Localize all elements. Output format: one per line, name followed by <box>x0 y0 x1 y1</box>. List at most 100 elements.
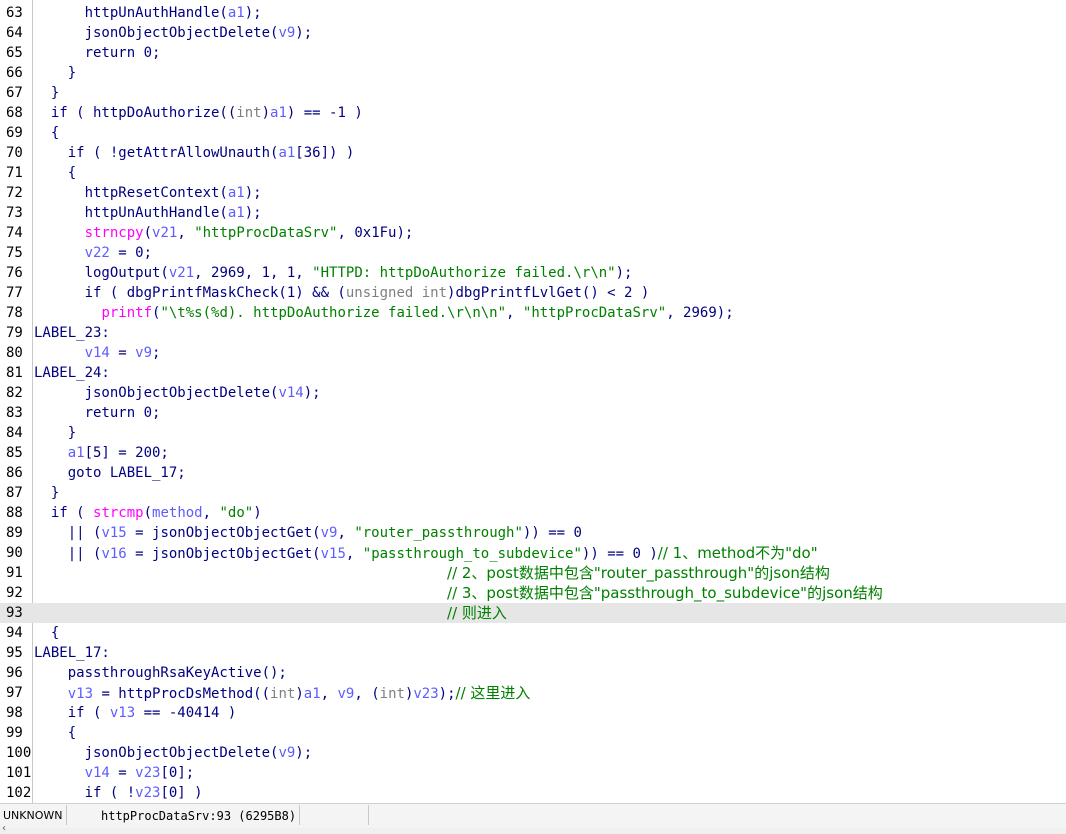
code-line[interactable]: 69 { <box>0 123 1066 143</box>
code-token[interactable]: httpUnAuthHandle( <box>34 5 228 21</box>
code-token[interactable]: ); <box>245 185 262 201</box>
code-token[interactable]: a1 <box>278 145 295 161</box>
code-line[interactable]: 66 } <box>0 63 1066 83</box>
code-line[interactable]: 86 goto LABEL_17; <box>0 463 1066 483</box>
code-token[interactable]: v9 <box>278 745 295 761</box>
code-line[interactable]: 92 // 3、post数据中包含"passthrough_to_subdevi… <box>0 583 1066 603</box>
code-line[interactable]: 64 jsonObjectObjectDelete(v9); <box>0 23 1066 43</box>
code-token[interactable]: ) <box>295 686 303 702</box>
code-text[interactable]: v22 = 0; <box>34 243 152 263</box>
code-line[interactable]: 73 httpUnAuthHandle(a1); <box>0 203 1066 223</box>
code-text[interactable]: if ( dbgPrintfMaskCheck(1) && (unsigned … <box>34 283 650 303</box>
code-token[interactable]: [0]; <box>160 765 194 781</box>
code-line[interactable]: 79 LABEL_23: <box>0 323 1066 343</box>
code-token[interactable]: a1 <box>228 5 245 21</box>
code-line[interactable]: 80 v14 = v9; <box>0 343 1066 363</box>
code-line[interactable]: 100 jsonObjectObjectDelete(v9); <box>0 743 1066 763</box>
code-area[interactable]: 63 httpUnAuthHandle(a1); 64 jsonObjectObj… <box>0 3 1066 803</box>
code-token[interactable]: ) == -1 ) <box>287 105 363 121</box>
code-text[interactable]: LABEL_23: <box>34 323 110 343</box>
code-text[interactable]: jsonObjectObjectDelete(v9); <box>34 23 313 43</box>
code-text[interactable]: } <box>34 483 59 503</box>
code-token[interactable]: strncpy <box>85 225 144 241</box>
code-token[interactable]: logOutput( <box>34 265 169 281</box>
code-text[interactable]: || (v15 = jsonObjectObjectGet(v9, "route… <box>34 523 582 543</box>
code-line[interactable]: 63 httpUnAuthHandle(a1); <box>0 3 1066 23</box>
code-token[interactable]: v23 <box>135 785 160 801</box>
code-text[interactable]: { <box>34 163 76 183</box>
code-token[interactable]: v13 <box>110 705 135 721</box>
code-token[interactable] <box>34 225 85 241</box>
code-token[interactable]: a1 <box>270 105 287 121</box>
code-token[interactable]: goto LABEL_17; <box>34 465 186 481</box>
code-token[interactable]: } <box>34 425 76 441</box>
code-token[interactable]: { <box>34 725 76 741</box>
code-token[interactable]: if ( <box>34 705 110 721</box>
code-line[interactable]: 102 if ( !v23[0] ) <box>0 783 1066 803</box>
code-token[interactable]: a1 <box>304 686 321 702</box>
code-token[interactable]: return 0; <box>34 405 161 421</box>
code-token[interactable]: || ( <box>34 525 102 541</box>
code-token[interactable]: "\t%s(%d). httpDoAuthorize failed.\r\n\n… <box>160 305 506 321</box>
code-text[interactable]: if ( httpDoAuthorize((int)a1) == -1 ) <box>34 103 363 123</box>
code-line[interactable]: 90 || (v16 = jsonObjectObjectGet(v15, "p… <box>0 543 1066 563</box>
code-token[interactable]: if ( ! <box>34 785 136 801</box>
code-token[interactable]: v21 <box>152 225 177 241</box>
code-token[interactable]: return 0; <box>34 45 161 61</box>
code-token[interactable]: = jsonObjectObjectGet( <box>127 525 320 541</box>
code-line[interactable]: 93 // 则进入 <box>0 603 1066 623</box>
code-token[interactable]: ); <box>439 686 456 702</box>
code-token[interactable]: ( <box>144 505 152 521</box>
horizontal-scrollbar[interactable]: ‹ <box>0 823 1066 834</box>
code-token[interactable]: if ( !getAttrAllowUnauth( <box>34 145 279 161</box>
code-text[interactable]: LABEL_17: <box>34 643 110 663</box>
code-token[interactable]: v21 <box>169 265 194 281</box>
code-token[interactable] <box>34 345 85 361</box>
code-token[interactable]: ) <box>253 505 261 521</box>
code-line[interactable]: 68 if ( httpDoAuthorize((int)a1) == -1 ) <box>0 103 1066 123</box>
code-text[interactable]: || (v16 = jsonObjectObjectGet(v15, "pass… <box>34 543 818 564</box>
code-token[interactable] <box>34 586 447 602</box>
code-token[interactable]: ( <box>144 225 152 241</box>
code-token[interactable] <box>34 606 447 622</box>
code-token[interactable]: v16 <box>101 546 126 562</box>
code-text[interactable]: if ( strcmp(method, "do") <box>34 503 262 523</box>
code-token[interactable]: { <box>34 165 76 181</box>
code-token[interactable]: v23 <box>413 686 438 702</box>
code-text[interactable]: } <box>34 83 59 103</box>
code-text[interactable]: httpUnAuthHandle(a1); <box>34 3 262 23</box>
code-token[interactable]: unsigned int <box>346 285 447 301</box>
code-line[interactable]: 83 return 0; <box>0 403 1066 423</box>
code-token[interactable]: v15 <box>321 546 346 562</box>
code-line[interactable]: 88 if ( strcmp(method, "do") <box>0 503 1066 523</box>
code-token[interactable]: , <box>337 525 354 541</box>
code-text[interactable]: httpResetContext(a1); <box>34 183 262 203</box>
code-line[interactable]: 74 strncpy(v21, "httpProcDataSrv", 0x1Fu… <box>0 223 1066 243</box>
code-token[interactable]: printf <box>101 305 152 321</box>
code-line[interactable]: 94 { <box>0 623 1066 643</box>
code-token[interactable]: = <box>110 345 135 361</box>
code-token[interactable]: ); <box>304 385 321 401</box>
code-text[interactable]: if ( !getAttrAllowUnauth(a1[36]) ) <box>34 143 355 163</box>
code-token[interactable]: // 3、post数据中包含"passthrough_to_subdevice"… <box>447 584 883 602</box>
code-token[interactable]: , 2969); <box>666 305 733 321</box>
code-line[interactable]: 99 { <box>0 723 1066 743</box>
code-token[interactable]: , <box>203 505 220 521</box>
code-line[interactable]: 75 v22 = 0; <box>0 243 1066 263</box>
code-line[interactable]: 81 LABEL_24: <box>0 363 1066 383</box>
code-token[interactable]: ); <box>295 745 312 761</box>
code-token[interactable]: [36]) ) <box>295 145 354 161</box>
code-line[interactable]: 87 } <box>0 483 1066 503</box>
code-line[interactable]: 77 if ( dbgPrintfMaskCheck(1) && (unsign… <box>0 283 1066 303</box>
code-token[interactable]: [5] = 200; <box>85 445 169 461</box>
code-token[interactable]: v9 <box>321 525 338 541</box>
code-token[interactable]: LABEL_24: <box>34 365 110 381</box>
code-token[interactable]: v9 <box>278 25 295 41</box>
code-token[interactable]: httpUnAuthHandle( <box>34 205 228 221</box>
code-token[interactable]: v14 <box>85 345 110 361</box>
code-token[interactable]: } <box>34 85 59 101</box>
code-token[interactable]: v9 <box>337 686 354 702</box>
code-token[interactable] <box>34 245 85 261</box>
code-token[interactable]: method <box>152 505 203 521</box>
code-token[interactable]: = 0; <box>110 245 152 261</box>
